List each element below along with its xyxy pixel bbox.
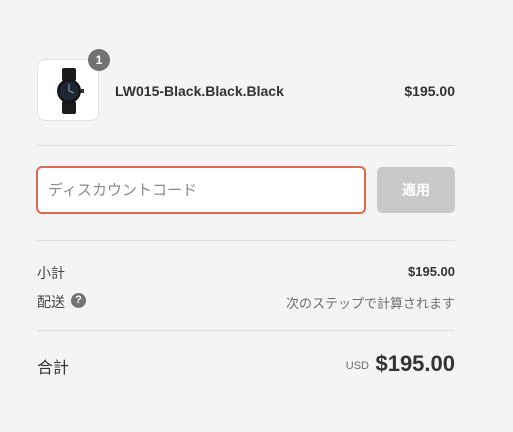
product-thumbnail xyxy=(37,59,99,121)
shipping-label: 配送 xyxy=(37,294,65,310)
total-label: 合計 xyxy=(37,360,70,377)
discount-code-input[interactable] xyxy=(36,166,366,214)
watch-icon xyxy=(57,68,84,114)
line-item: 1 LW015-Black.Black.Black $195.00 xyxy=(37,49,455,122)
divider xyxy=(37,145,455,146)
apply-discount-button[interactable]: 適用 xyxy=(377,167,455,213)
product-name: LW015-Black.Black.Black xyxy=(115,83,284,99)
divider xyxy=(37,240,455,241)
divider xyxy=(37,330,455,331)
subtotal-value: $195.00 xyxy=(408,264,455,279)
currency-code: USD xyxy=(345,360,369,372)
shipping-value: 次のステップで計算されます xyxy=(285,296,455,311)
subtotal-label: 小計 xyxy=(37,265,65,281)
total-amount: $195.00 xyxy=(375,351,455,376)
help-icon[interactable]: ? xyxy=(71,293,86,308)
quantity-badge: 1 xyxy=(88,49,110,71)
product-price: $195.00 xyxy=(404,83,455,99)
